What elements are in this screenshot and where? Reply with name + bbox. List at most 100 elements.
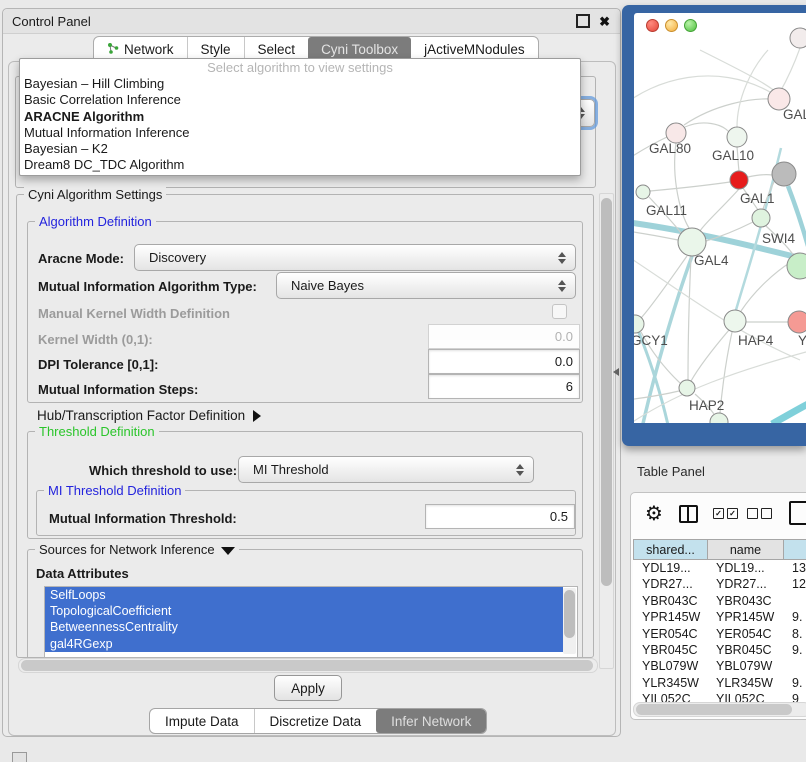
node-red[interactable] (730, 171, 748, 189)
network-view-window: GALGAL80GAL10GAL11GAL1SWI4GAL4GCY1HAP4YH… (634, 13, 806, 423)
table-cell: YER054C (707, 626, 783, 642)
attribute-selfloops[interactable]: SelfLoops (45, 587, 563, 603)
sources-title[interactable]: Sources for Network Inference (35, 542, 239, 557)
network-canvas[interactable]: GALGAL80GAL10GAL11GAL1SWI4GAL4GCY1HAP4YH… (634, 13, 806, 423)
window-zoom-icon[interactable] (684, 19, 697, 32)
node-gal4-label: GAL4 (694, 253, 729, 268)
minimized-panel-icon[interactable] (12, 752, 27, 762)
algorithm-item-bayesian-k2[interactable]: Bayesian – K2 (20, 141, 580, 157)
algorithm-definition-title: Algorithm Definition (35, 214, 156, 229)
mi-threshold-field[interactable]: 0.5 (425, 504, 575, 529)
tab-impute-data[interactable]: Impute Data (150, 709, 254, 733)
table-horizontal-scrollbar[interactable] (633, 702, 806, 717)
node-gal11-label: GAL11 (646, 203, 687, 218)
algorithm-item-basic-correlation-inference[interactable]: Basic Correlation Inference (20, 92, 580, 108)
gear-icon[interactable]: ⚙ (645, 501, 663, 525)
table-row[interactable]: YBR045CYBR045C9. (633, 642, 806, 658)
network-edge[interactable] (634, 76, 770, 108)
node-hap2-label: HAP2 (689, 398, 724, 413)
manual-kernel-width-label: Manual Kernel Width Definition (38, 306, 230, 321)
column-header-name[interactable]: name (707, 539, 783, 560)
algorithm-item-aracne-algorithm[interactable]: ARACNE Algorithm (20, 109, 580, 125)
network-edge[interactable] (650, 182, 730, 191)
combo-arrows-icon (516, 464, 524, 476)
table-cell: 9. (783, 642, 806, 658)
settings-horizontal-scrollbar[interactable] (18, 658, 598, 673)
node-gal1[interactable] (752, 209, 770, 227)
apply-button[interactable]: Apply (274, 675, 342, 701)
network-edge[interactable] (691, 330, 729, 381)
table-row[interactable]: YPR145WYPR145W9. (633, 609, 806, 625)
kernel-width-field[interactable]: 0.0 (428, 324, 580, 349)
algorithm-item-bayesian-hill-climbing[interactable]: Bayesian – Hill Climbing (20, 76, 580, 92)
table-row[interactable]: YER054CYER054C8. (633, 626, 806, 642)
node-gal4[interactable] (678, 228, 706, 256)
attribute-betweennesscentrality[interactable]: BetweennessCentrality (45, 619, 563, 635)
node-hap4[interactable] (724, 310, 746, 332)
node-gcy1[interactable] (634, 315, 644, 333)
node-gal11[interactable] (636, 185, 650, 199)
node-gal1-label: GAL1 (740, 191, 775, 206)
table-cell: YDL19... (633, 560, 707, 576)
close-panel-icon[interactable]: ✖ (599, 15, 610, 28)
float-panel-icon[interactable] (576, 14, 590, 28)
settings-vertical-scrollbar[interactable] (599, 193, 614, 669)
column-header-shared-[interactable]: shared... (633, 539, 707, 560)
node-partial-bottom[interactable] (710, 413, 728, 423)
unselect-all-columns-icon[interactable] (747, 508, 772, 519)
manual-kernel-width-checkbox[interactable] (552, 304, 567, 319)
aracne-mode-combo[interactable]: Discovery (134, 244, 576, 271)
network-edge[interactable] (780, 48, 800, 92)
node-hap2[interactable] (679, 380, 695, 396)
algorithm-items: Bayesian – Hill ClimbingBasic Correlatio… (20, 76, 580, 174)
column-header-a[interactable]: A (783, 539, 806, 560)
export-table-icon[interactable] (789, 501, 806, 525)
attribute-topologicalcoefficient[interactable]: TopologicalCoefficient (45, 603, 563, 619)
columns-icon[interactable] (679, 505, 698, 523)
threshold-definition-title: Threshold Definition (35, 424, 159, 439)
table-row[interactable]: YBL079WYBL079W (633, 658, 806, 674)
network-edge[interactable] (688, 256, 691, 380)
data-attributes-list[interactable]: SelfLoopsTopologicalCoefficientBetweenne… (44, 586, 578, 658)
tab-infer-network[interactable]: Infer Network (376, 709, 486, 733)
which-threshold-combo[interactable]: MI Threshold (238, 456, 534, 483)
network-edge[interactable] (634, 290, 668, 423)
attribute-gal4rgexp[interactable]: gal4RGexp (45, 636, 563, 652)
algorithm-placeholder: Select algorithm to view settings (20, 59, 580, 76)
mi-algorithm-type-combo[interactable]: Naive Bayes (276, 272, 576, 299)
network-edge[interactable] (700, 50, 779, 95)
node-gal10[interactable] (727, 127, 747, 147)
table-row[interactable]: YDR27...YDR27...12 (633, 576, 806, 592)
table-row[interactable]: YDL19...YDL19...13 (633, 560, 806, 576)
dpi-tolerance-field[interactable]: 0.0 (428, 349, 580, 374)
window-close-icon[interactable] (646, 19, 659, 32)
select-all-columns-icon[interactable]: ✓✓ (713, 508, 738, 519)
node-gray[interactable] (772, 162, 796, 186)
algorithm-item-mutual-information-inference[interactable]: Mutual Information Inference (20, 125, 580, 141)
node-hap4-label: HAP4 (738, 333, 774, 348)
network-edge[interactable] (748, 175, 772, 177)
node-gal80[interactable] (666, 123, 686, 143)
attributes-scrollbar[interactable] (563, 588, 576, 654)
hub-definition-toggle[interactable]: Hub/Transcription Factor Definition (37, 408, 261, 423)
node-gal80-label: GAL80 (649, 141, 691, 156)
algorithm-item-dream8-dc-tdc-algorithm[interactable]: Dream8 DC_TDC Algorithm (20, 157, 580, 173)
table-cell: YBL079W (707, 658, 783, 674)
window-minimize-icon[interactable] (665, 19, 678, 32)
network-edge[interactable] (685, 123, 729, 132)
node-salmon[interactable] (788, 311, 806, 333)
network-edge[interactable] (772, 404, 806, 423)
tab-discretize-data[interactable]: Discretize Data (254, 709, 377, 733)
table-row[interactable]: YLR345WYLR345W9. (633, 675, 806, 691)
network-edge[interactable] (700, 189, 739, 231)
mi-steps-field[interactable]: 6 (428, 374, 580, 399)
algorithm-definition-group: Algorithm Definition Aracne Mode: Discov… (27, 221, 583, 403)
table-body: YDL19...YDL19...13YDR27...YDR27...12YBR0… (633, 560, 806, 708)
table-panel-title: Table Panel (637, 464, 705, 479)
table-row[interactable]: YBR043CYBR043C (633, 593, 806, 609)
node-partial-top[interactable] (790, 28, 806, 48)
table-cell: 9. (783, 609, 806, 625)
network-edge[interactable] (684, 99, 771, 125)
splitter-collapse-icon[interactable] (613, 368, 619, 376)
table-cell: 9. (783, 675, 806, 691)
